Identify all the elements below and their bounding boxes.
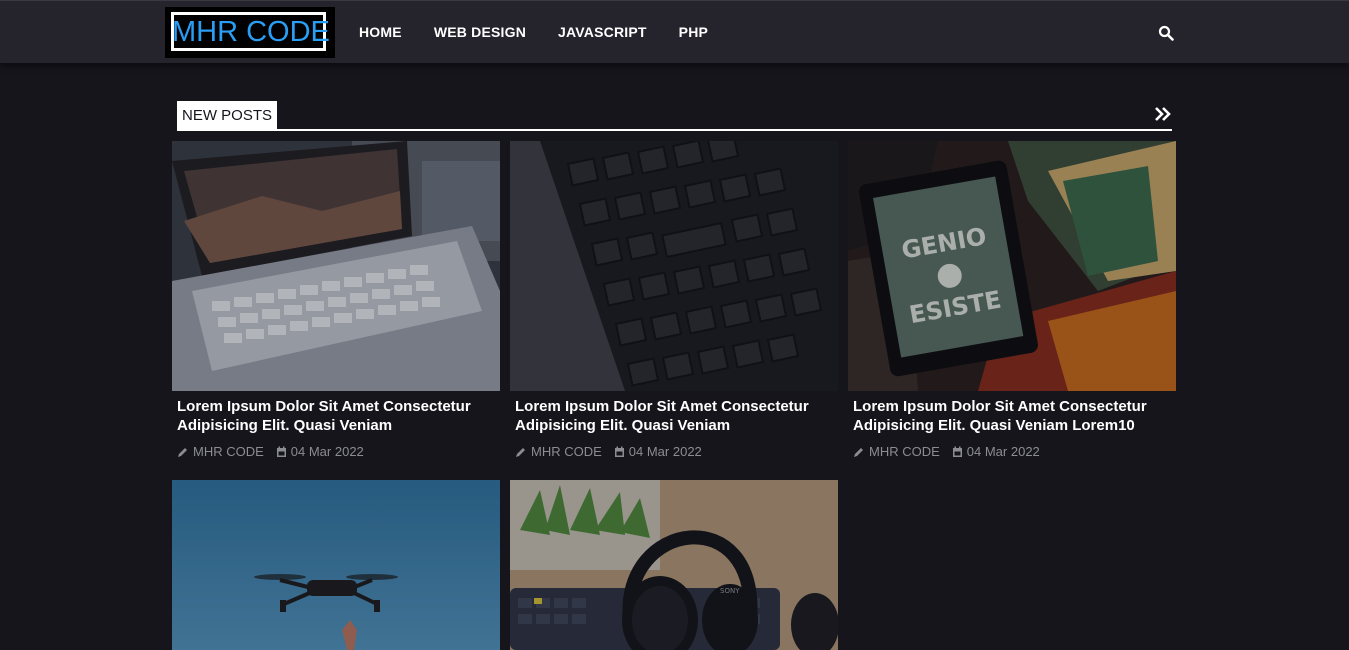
post-card[interactable]: SONY <box>510 480 838 650</box>
section-title: NEW POSTS <box>177 101 278 129</box>
post-card[interactable] <box>172 480 500 650</box>
site-logo[interactable]: MHR CODE <box>165 7 335 58</box>
post-meta: MHR CODE 04 Mar 2022 <box>853 444 1040 459</box>
pencil-icon <box>516 447 525 457</box>
nav-javascript[interactable]: JAVASCRIPT <box>558 23 647 41</box>
post-date-group: 04 Mar 2022 <box>952 444 1040 459</box>
drone-sky-photo[interactable] <box>172 480 500 650</box>
post-author[interactable]: MHR CODE <box>193 444 264 459</box>
post-title[interactable]: Lorem Ipsum Dolor Sit Amet Consectetur A… <box>853 397 1173 435</box>
post-date: 04 Mar 2022 <box>628 444 702 459</box>
nav-home[interactable]: HOME <box>359 23 402 41</box>
post-meta: MHR CODE 04 Mar 2022 <box>515 444 702 459</box>
post-author[interactable]: MHR CODE <box>531 444 602 459</box>
calendar-icon <box>952 446 962 457</box>
pencil-icon <box>178 447 187 457</box>
search-icon[interactable] <box>1158 25 1174 41</box>
logo-text: MHR CODE <box>172 16 330 48</box>
post-meta: MHR CODE 04 Mar 2022 <box>177 444 364 459</box>
nav-web-design[interactable]: WEB DESIGN <box>434 23 526 41</box>
pencil-icon <box>854 447 863 457</box>
post-date-group: 04 Mar 2022 <box>614 444 702 459</box>
headphones-desk-photo[interactable]: SONY <box>510 480 838 650</box>
calendar-icon <box>276 446 286 457</box>
new-posts-header: NEW POSTS <box>177 101 1172 131</box>
double-chevron-right-icon[interactable] <box>1154 106 1172 122</box>
post-date: 04 Mar 2022 <box>966 444 1040 459</box>
calendar-icon <box>614 446 624 457</box>
post-title[interactable]: Lorem Ipsum Dolor Sit Amet Consectetur A… <box>177 397 497 435</box>
nav-php[interactable]: PHP <box>679 23 708 41</box>
ereader-books-photo[interactable]: GENIO ESISTE <box>848 141 1176 391</box>
post-date: 04 Mar 2022 <box>290 444 364 459</box>
post-author[interactable]: MHR CODE <box>869 444 940 459</box>
top-navbar: MHR CODE HOME WEB DESIGN JAVASCRIPT PHP <box>0 0 1349 63</box>
keyboard-photo[interactable] <box>510 141 838 391</box>
main-nav: HOME WEB DESIGN JAVASCRIPT PHP <box>359 23 740 41</box>
post-title[interactable]: Lorem Ipsum Dolor Sit Amet Consectetur A… <box>515 397 835 435</box>
laptop-photo[interactable] <box>172 141 500 391</box>
post-date-group: 04 Mar 2022 <box>276 444 364 459</box>
